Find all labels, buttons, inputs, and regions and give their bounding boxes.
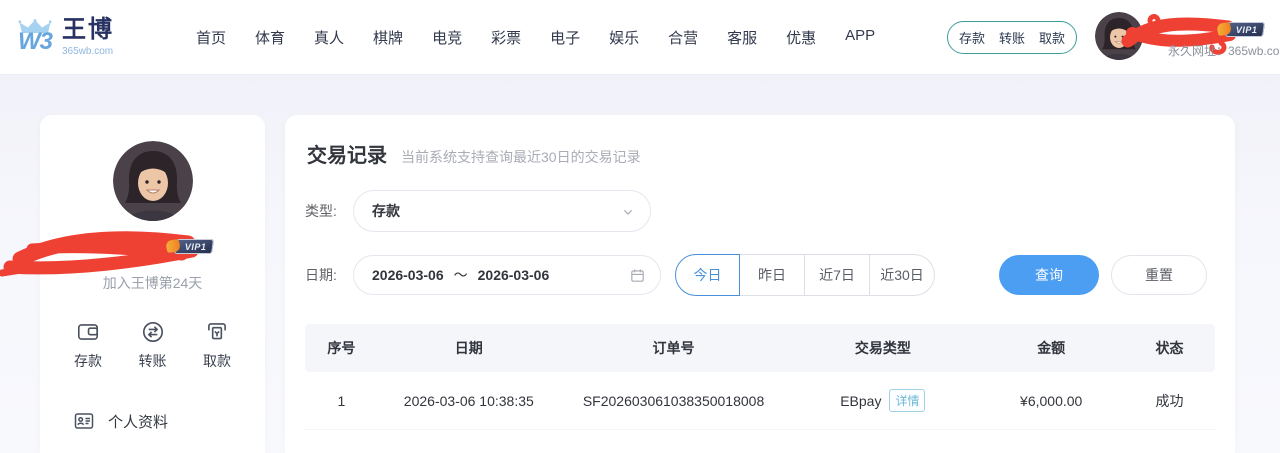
main-nav: 首页 体育 真人 棋牌 电竞 彩票 电子 娱乐 合营 客服 优惠 APP xyxy=(196,27,875,48)
nav-item-affiliate[interactable]: 合营 xyxy=(668,27,698,48)
top-navigation-bar: W3 王博 365wb.com 首页 体育 真人 棋牌 电竞 彩票 电子 娱乐 … xyxy=(0,0,1280,75)
permanent-url-text: 永久网址：365wb.com xyxy=(1168,42,1280,59)
topbar-withdraw-button[interactable]: 取款 xyxy=(1039,28,1065,47)
sidebar-quick-actions: 存款 转账 取款 xyxy=(40,319,265,371)
nav-item-lottery[interactable]: 彩票 xyxy=(491,27,521,48)
profile-sidebar-card: VIP1 加入王博第24天 存款 转账 xyxy=(40,115,265,453)
cell-payment-type: EBpay xyxy=(840,393,881,409)
withdraw-icon xyxy=(204,319,230,345)
vip-flame-icon xyxy=(165,239,182,253)
quick-range-group: 今日 昨日 近7日 近30日 xyxy=(675,254,935,296)
date-range-separator: ～ xyxy=(454,265,468,285)
date-range-input[interactable]: 2026-03-06 ～ 2026-03-06 xyxy=(353,255,661,295)
page-title: 交易记录 xyxy=(307,139,387,168)
nav-item-live-casino[interactable]: 真人 xyxy=(314,27,344,48)
page-subtitle: 当前系统支持查询最近30日的交易记录 xyxy=(401,147,641,167)
nav-item-slots[interactable]: 电子 xyxy=(550,27,580,48)
profile-vip-badge: VIP1 xyxy=(174,239,214,254)
cell-date: 2026-03-06 10:38:35 xyxy=(378,393,560,409)
vip-level-badge: VIP1 xyxy=(1225,22,1265,37)
wallet-actions-pill: 存款 转账 取款 xyxy=(947,21,1077,54)
chevron-down-icon xyxy=(620,204,636,220)
reset-button[interactable]: 重置 xyxy=(1111,255,1207,295)
col-header-index: 序号 xyxy=(305,338,378,358)
range-7days-button[interactable]: 近7日 xyxy=(805,254,870,296)
col-header-order-no: 订单号 xyxy=(560,338,788,358)
topbar-transfer-button[interactable]: 转账 xyxy=(999,28,1025,47)
transfer-icon xyxy=(140,319,166,345)
type-filter-label: 类型: xyxy=(305,201,353,221)
calendar-icon xyxy=(629,267,646,284)
topbar-user-area: 存款 转账 取款 VIP1 永久网址：365wb xyxy=(930,0,1280,75)
sidebar-menu: 个人资料 VIP特权 xyxy=(40,393,265,453)
transaction-records-panel: 交易记录 当前系统支持查询最近30日的交易记录 类型: 存款 日期: 2026-… xyxy=(285,115,1235,453)
cell-index: 1 xyxy=(305,393,378,409)
nav-item-entertainment[interactable]: 娱乐 xyxy=(609,27,639,48)
brand-name: 王博 xyxy=(62,17,114,43)
cell-status: 成功 xyxy=(1124,391,1215,411)
sidebar-item-profile[interactable]: 个人资料 xyxy=(40,393,265,449)
vip-flame-icon xyxy=(1216,22,1233,36)
brand-domain: 365wb.com xyxy=(62,46,114,57)
sidebar-deposit-button[interactable]: 存款 xyxy=(74,319,102,371)
sidebar-item-vip[interactable]: VIP特权 xyxy=(40,449,265,453)
date-end-value: 2026-03-06 xyxy=(478,267,550,283)
col-header-type: 交易类型 xyxy=(787,338,978,358)
sidebar-withdraw-button[interactable]: 取款 xyxy=(203,319,231,371)
user-avatar[interactable] xyxy=(1095,12,1143,60)
profile-avatar[interactable] xyxy=(113,141,193,221)
nav-item-home[interactable]: 首页 xyxy=(196,27,226,48)
cell-amount: ¥6,000.00 xyxy=(978,393,1124,409)
col-header-date: 日期 xyxy=(378,338,560,358)
cell-order-no: SF202603061038350018008 xyxy=(560,393,788,409)
transactions-table: 序号 日期 订单号 交易类型 金额 状态 1 2026-03-06 10:38:… xyxy=(305,324,1215,430)
range-today-button[interactable]: 今日 xyxy=(675,254,740,296)
nav-item-esports[interactable]: 电竞 xyxy=(432,27,462,48)
type-select-value: 存款 xyxy=(372,201,400,221)
nav-item-customer-service[interactable]: 客服 xyxy=(727,27,757,48)
col-header-status: 状态 xyxy=(1124,338,1215,358)
nav-item-sports[interactable]: 体育 xyxy=(255,27,285,48)
logo-crown-icon: W3 xyxy=(18,19,52,54)
id-card-icon xyxy=(72,409,96,433)
range-30days-button[interactable]: 近30日 xyxy=(870,254,935,296)
date-filter-label: 日期: xyxy=(305,265,353,285)
query-button[interactable]: 查询 xyxy=(999,255,1099,295)
nav-item-app[interactable]: APP xyxy=(845,27,875,48)
detail-link[interactable]: 详情 xyxy=(889,389,925,412)
site-logo[interactable]: W3 王博 365wb.com xyxy=(18,17,168,56)
page-background: VIP1 加入王博第24天 存款 转账 xyxy=(0,75,1280,453)
topbar-deposit-button[interactable]: 存款 xyxy=(959,28,985,47)
sidebar-transfer-button[interactable]: 转账 xyxy=(139,319,167,371)
date-start-value: 2026-03-06 xyxy=(372,267,444,283)
logo-mark-text: W3 xyxy=(18,30,52,54)
table-row: 1 2026-03-06 10:38:35 SF2026030610383500… xyxy=(305,372,1215,430)
range-yesterday-button[interactable]: 昨日 xyxy=(740,254,805,296)
membership-days-text: 加入王博第24天 xyxy=(40,273,265,293)
nav-item-promotions[interactable]: 优惠 xyxy=(786,27,816,48)
nav-item-chess[interactable]: 棋牌 xyxy=(373,27,403,48)
type-select-dropdown[interactable]: 存款 xyxy=(353,190,651,232)
table-header-row: 序号 日期 订单号 交易类型 金额 状态 xyxy=(305,324,1215,372)
wallet-icon xyxy=(75,319,101,345)
col-header-amount: 金额 xyxy=(978,338,1124,358)
